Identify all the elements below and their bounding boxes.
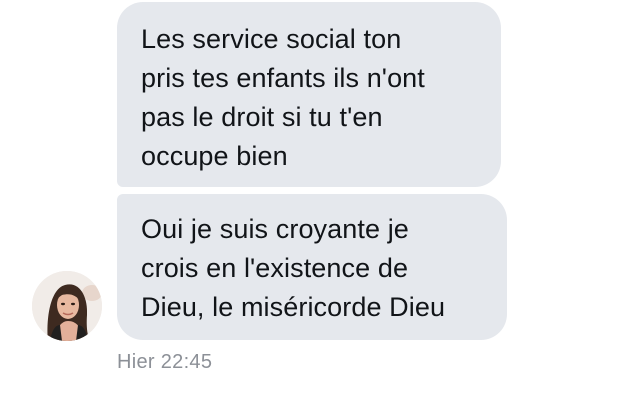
message-timestamp: Hier 22:45 <box>117 351 213 373</box>
contact-avatar[interactable] <box>32 271 102 341</box>
avatar-photo-icon <box>32 271 102 341</box>
message-bubble-incoming[interactable]: Oui je suis croyante je crois en l'exist… <box>117 194 507 340</box>
message-thread: Les service social ton pris tes enfants … <box>0 0 640 400</box>
message-bubble-incoming[interactable]: Les service social ton pris tes enfants … <box>117 2 501 187</box>
